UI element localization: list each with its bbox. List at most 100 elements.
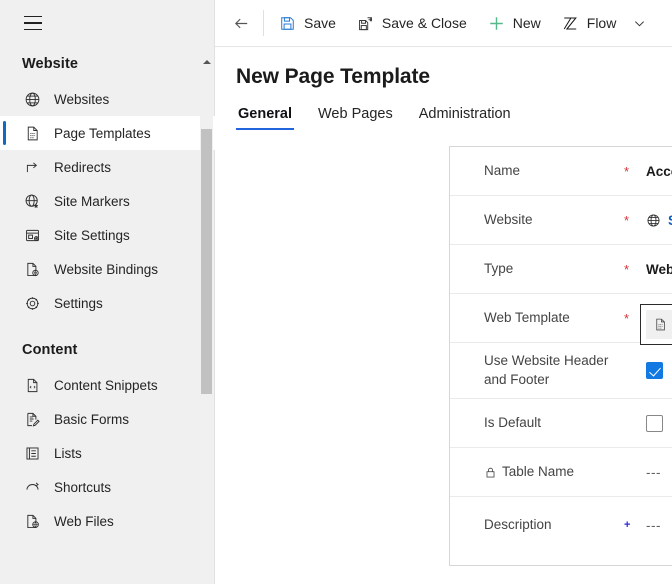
form-value-table-name: --- [646,465,672,480]
sidebar-item-site-settings[interactable]: Site Settings [0,218,215,252]
form-label-type: Type [484,260,624,278]
form-row-name: Name * Account Data Snippet [450,147,672,196]
sidebar-group-title-content: Content [0,332,215,368]
type-field-value: Web Template [646,262,672,277]
sidebar-item-label: Website Bindings [54,262,158,277]
scrollbar-thumb[interactable] [201,129,212,394]
sidebar-nav: Website Websites [0,46,215,584]
sidebar-group-title-website: Website [0,46,215,82]
form-row-website: Website * Starter Portal [450,196,672,245]
chevron-down-icon[interactable] [626,4,652,42]
sidebar-item-lists[interactable]: Lists [0,436,215,470]
nav-spacer [0,320,215,332]
sidebar-item-site-markers[interactable]: Site Markers [0,184,215,218]
command-bar-divider [263,10,264,36]
sidebar-item-label: Websites [54,92,109,107]
form-label-name: Name [484,162,624,180]
form-value-name[interactable]: Account Data Snippet [646,164,672,179]
site-settings-icon [22,225,42,245]
file-icon [652,316,669,333]
form-row-type: Type * Web Template [450,245,672,294]
hamburger-icon[interactable] [20,10,46,36]
plus-icon [487,14,506,33]
form-row-is-default: Is Default [450,399,672,448]
globe-star-icon [22,191,42,211]
sidebar-item-basic-forms[interactable]: Basic Forms [0,402,215,436]
page-title: New Page Template [215,47,672,89]
form-label-description: Description [484,516,624,534]
sidebar-header [0,0,214,46]
required-asterisk: * [624,214,646,227]
flow-button-label: Flow [587,15,617,31]
form-row-table-name: Table Name --- [450,448,672,497]
web-template-lookup-chip[interactable]: account-web-template [646,310,672,339]
code-file-icon [22,375,42,395]
description-plus-marker: + [624,520,646,531]
list-icon [22,443,42,463]
sidebar-item-label: Lists [54,446,82,461]
is-default-checkbox[interactable] [646,415,663,432]
sidebar-item-label: Settings [54,296,103,311]
sidebar-item-label: Redirects [54,160,111,175]
sidebar-item-label: Page Templates [54,126,151,141]
form-value-website[interactable]: Starter Portal [646,213,672,228]
save-button[interactable]: Save [268,4,346,42]
new-button[interactable]: New [477,4,551,42]
tab-general[interactable]: General [236,106,294,130]
web-file-icon [22,511,42,531]
sidebar-item-label: Basic Forms [54,412,129,427]
globe-icon [22,89,42,109]
sidebar-item-label: Shortcuts [54,480,111,495]
sidebar-item-content-snippets[interactable]: Content Snippets [0,368,215,402]
form-value-description[interactable]: --- [646,518,672,533]
form-label-is-default: Is Default [484,414,624,432]
web-template-lookup-field[interactable]: account-web-template [640,304,672,345]
website-bindings-icon [22,259,42,279]
sidebar-item-label: Site Settings [54,228,130,243]
flow-button[interactable]: Flow [551,4,627,42]
form-row-web-template: Web Template * [450,294,672,343]
save-and-close-icon [356,14,375,33]
form-label-website: Website [484,211,624,229]
form-label-web-template: Web Template [484,309,624,327]
save-button-label: Save [304,15,336,31]
app-window: Website Websites [0,0,672,584]
sidebar-item-label: Web Files [54,514,114,529]
form-value-is-default [646,415,672,432]
form-label-use-website-header-and-footer: Use Website Header and Footer [484,352,624,388]
tab-web-pages[interactable]: Web Pages [316,106,395,130]
lock-icon [484,466,497,479]
sidebar-item-label: Content Snippets [54,378,158,393]
main-content: Save Save & Close [215,0,672,584]
sidebar-item-website-bindings[interactable]: Website Bindings [0,252,215,286]
form-pencil-icon [22,409,42,429]
gear-icon [22,293,42,313]
form-value-use-website-header-and-footer [646,362,672,379]
form-card: Name * Account Data Snippet Website * [449,146,672,566]
tab-list: General Web Pages Administration [215,100,672,130]
tab-administration[interactable]: Administration [417,106,513,130]
sidebar-item-label: Site Markers [54,194,130,209]
save-and-close-button-label: Save & Close [382,15,467,31]
sidebar-item-shortcuts[interactable]: Shortcuts [0,470,215,504]
save-and-close-button[interactable]: Save & Close [346,4,477,42]
required-asterisk: * [624,263,646,276]
sidebar-item-settings[interactable]: Settings [0,286,215,320]
website-lookup-link[interactable]: Starter Portal [668,213,672,228]
save-floppy-icon [278,14,297,33]
scroll-up-arrow-icon[interactable] [200,56,213,68]
sidebar-item-redirects[interactable]: Redirects [0,150,215,184]
back-arrow-icon[interactable] [221,4,261,42]
new-button-label: New [513,15,541,31]
sidebar-item-page-templates[interactable]: Page Templates [0,116,215,150]
sidebar-item-websites[interactable]: Websites [0,82,215,116]
sidebar: Website Websites [0,0,215,584]
sidebar-scrollbar[interactable] [200,46,213,584]
page-template-icon [22,123,42,143]
form-value-type[interactable]: Web Template [646,262,672,277]
use-website-header-and-footer-checkbox[interactable] [646,362,663,379]
shortcut-icon [22,477,42,497]
required-asterisk: * [624,165,646,178]
sidebar-item-web-files[interactable]: Web Files [0,504,215,538]
form-label-table-name: Table Name [484,463,624,481]
